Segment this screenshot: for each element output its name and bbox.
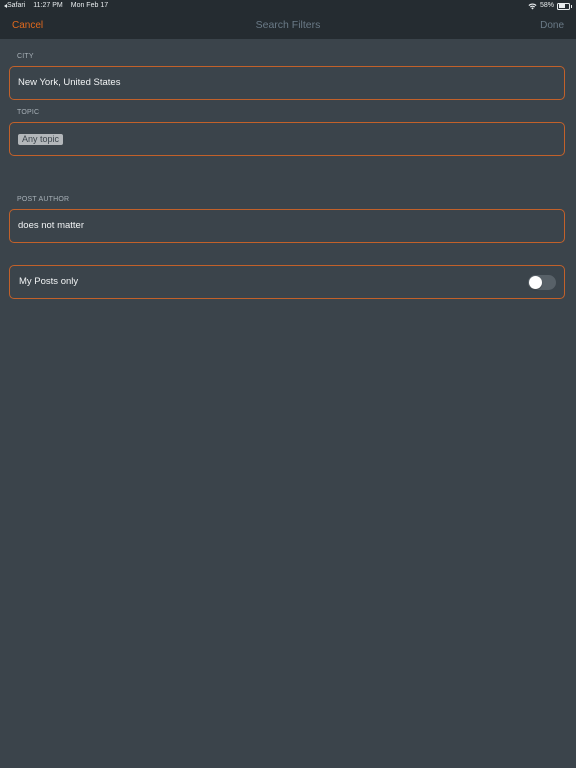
- page-title: Search Filters: [255, 19, 321, 31]
- done-button[interactable]: Done: [540, 12, 564, 39]
- wifi-icon: [528, 3, 537, 9]
- battery-percent: 58%: [539, 2, 554, 9]
- city-label: CITY: [17, 53, 34, 60]
- my-posts-row: My Posts only: [9, 265, 565, 299]
- status-date: Mon Feb 17: [70, 2, 109, 9]
- post-author-value: does not matter: [18, 220, 85, 231]
- city-field[interactable]: New York, United States: [9, 66, 565, 100]
- nav-bar: Cancel Search Filters Done: [0, 12, 576, 39]
- topic-field[interactable]: Any topic: [9, 122, 565, 156]
- post-author-field[interactable]: does not matter: [9, 209, 565, 243]
- city-value: New York, United States: [18, 77, 121, 88]
- status-bar-right: 58%: [528, 0, 572, 12]
- status-time: 11:27 PM: [33, 2, 63, 9]
- battery-fill: [558, 4, 565, 8]
- my-posts-label: My Posts only: [19, 276, 79, 287]
- topic-chip[interactable]: Any topic: [18, 134, 64, 145]
- back-app-label[interactable]: Safari: [7, 0, 25, 12]
- status-bar: Safari 11:27 PM Mon Feb 17 58%: [0, 0, 576, 12]
- toggle-knob[interactable]: [529, 276, 542, 289]
- battery-icon: [557, 2, 570, 10]
- topic-label: TOPIC: [17, 109, 40, 116]
- status-bar-left: Safari 11:27 PM Mon Feb 17: [4, 0, 108, 12]
- post-author-label: POST AUTHOR: [17, 196, 70, 203]
- battery-cap: [571, 4, 572, 8]
- my-posts-toggle[interactable]: [528, 275, 556, 290]
